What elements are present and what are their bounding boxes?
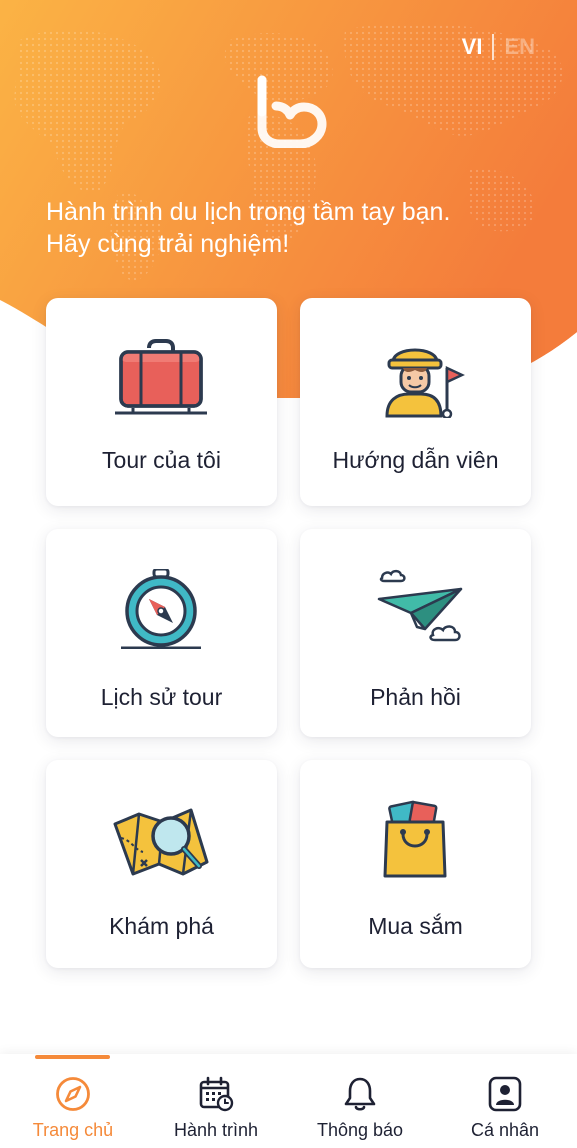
nav-label: Thông báo xyxy=(316,1120,404,1140)
card-label: Khám phá xyxy=(109,913,214,939)
suitcase-icon xyxy=(115,339,207,415)
nav-label: Cá nhân xyxy=(470,1120,540,1140)
nav-profile[interactable]: Cá nhân xyxy=(433,1054,577,1148)
card-tour-history[interactable]: Lịch sử tour xyxy=(46,529,277,737)
active-tab-indicator xyxy=(35,1055,110,1059)
card-explore[interactable]: Khám phá xyxy=(46,760,277,968)
language-vi-option[interactable]: VI xyxy=(462,34,483,60)
compass-nav-icon xyxy=(56,1077,90,1111)
tagline: Hành trình du lịch trong tầm tay bạn. Hã… xyxy=(46,196,546,260)
card-shopping[interactable]: Mua sắm xyxy=(300,760,531,968)
tour-guide-icon xyxy=(385,348,465,418)
nav-label: Trang chủ xyxy=(32,1120,114,1140)
language-en-option[interactable]: EN xyxy=(504,34,535,60)
card-label: Phản hồi xyxy=(370,684,461,710)
card-label: Hướng dẫn viên xyxy=(332,447,499,473)
language-switcher: VI EN xyxy=(462,34,535,60)
bottom-navigation: Trang chủ Hành trình Thông báo Cá nhân xyxy=(0,1054,577,1148)
nav-itinerary[interactable]: Hành trình xyxy=(144,1054,288,1148)
app-logo-icon xyxy=(257,75,327,148)
card-label: Tour của tôi xyxy=(102,447,221,473)
paper-plane-icon xyxy=(377,569,463,642)
compass-icon xyxy=(121,569,201,649)
shopping-bag-icon xyxy=(383,800,447,878)
card-my-tour[interactable]: Tour của tôi xyxy=(46,298,277,506)
card-label: Lịch sử tour xyxy=(100,684,223,710)
nav-notifications[interactable]: Thông báo xyxy=(288,1054,432,1148)
nav-label: Hành trình xyxy=(173,1120,259,1140)
tagline-line-1: Hành trình du lịch trong tầm tay bạn. xyxy=(46,198,451,226)
bell-icon xyxy=(344,1077,376,1111)
nav-home[interactable]: Trang chủ xyxy=(1,1054,145,1148)
card-feedback[interactable]: Phản hồi xyxy=(300,529,531,737)
card-label: Mua sắm xyxy=(368,913,463,939)
profile-icon xyxy=(488,1076,522,1112)
calendar-icon xyxy=(199,1076,234,1112)
map-search-icon xyxy=(113,808,209,876)
card-tour-guide[interactable]: Hướng dẫn viên xyxy=(300,298,531,506)
language-divider xyxy=(492,34,495,60)
tagline-line-2: Hãy cùng trải nghiệm! xyxy=(46,230,290,258)
